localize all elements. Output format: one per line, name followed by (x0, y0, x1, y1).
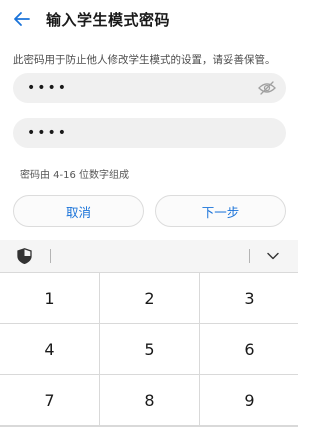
password-hint: 密码由 4-16 位数字组成 (20, 170, 130, 181)
key-7[interactable]: 7 (0, 375, 99, 425)
back-arrow-icon[interactable] (12, 9, 32, 29)
next-button[interactable]: 下一步 (155, 195, 286, 227)
key-6[interactable]: 6 (200, 324, 299, 374)
header: 输入学生模式密码 (0, 0, 298, 38)
cancel-button[interactable]: 取消 (13, 195, 144, 227)
key-8[interactable]: 8 (100, 375, 199, 425)
toolbar-divider (50, 249, 51, 263)
eye-off-icon[interactable] (258, 80, 276, 96)
password-field[interactable] (13, 73, 286, 103)
key-9[interactable]: 9 (200, 375, 299, 425)
confirm-password-field[interactable] (13, 118, 286, 148)
key-4[interactable]: 4 (0, 324, 99, 374)
chevron-down-icon[interactable] (267, 251, 279, 261)
key-2[interactable]: 2 (100, 273, 199, 323)
numeric-keypad: 1 2 3 4 5 6 7 8 9 (0, 272, 299, 427)
page-title: 输入学生模式密码 (46, 11, 171, 29)
keyboard-toolbar (0, 240, 298, 272)
toolbar-divider (249, 249, 250, 263)
shield-icon[interactable] (17, 248, 32, 264)
key-5[interactable]: 5 (100, 324, 199, 374)
password-input[interactable] (27, 73, 247, 103)
key-1[interactable]: 1 (0, 273, 99, 323)
description-text: 此密码用于防止他人修改学生模式的设置，请妥善保管。 (13, 54, 276, 66)
key-3[interactable]: 3 (200, 273, 299, 323)
confirm-password-input[interactable] (27, 118, 247, 148)
